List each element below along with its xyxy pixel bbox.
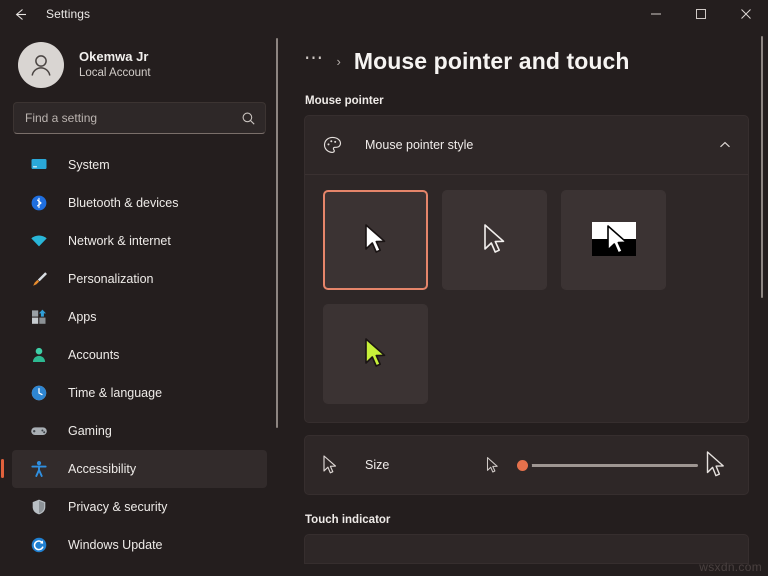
pointer-size-slider[interactable] (513, 455, 698, 475)
mouse-pointer-style-header[interactable]: Mouse pointer style (305, 116, 748, 174)
sidebar-item-system[interactable]: System (12, 146, 267, 184)
content-area: ⋯ › Mouse pointer and touch Mouse pointe… (280, 28, 768, 576)
close-button[interactable] (723, 0, 768, 28)
pointer-style-option-black[interactable] (442, 190, 547, 290)
window-title: Settings (46, 7, 91, 21)
minimize-button[interactable] (633, 0, 678, 28)
account-subtitle: Local Account (79, 67, 151, 80)
accessibility-icon (29, 459, 49, 479)
sidebar-item-label: Personalization (68, 272, 154, 286)
sidebar-item-label: Bluetooth & devices (68, 196, 179, 210)
title-bar: Settings (0, 0, 768, 28)
pointer-style-option-inverted[interactable] (561, 190, 666, 290)
close-icon (740, 9, 751, 19)
pointer-style-option-white[interactable] (323, 190, 428, 290)
sidebar-item-label: Privacy & security (68, 500, 168, 514)
minimize-icon (650, 13, 661, 15)
pointer-size-row: Size (305, 436, 748, 494)
wifi-icon (29, 231, 49, 251)
pointer-style-options (305, 175, 748, 422)
account-person-icon (29, 345, 49, 365)
pointer-size-card: Size (304, 435, 749, 495)
cursor-custom-color-icon (364, 338, 385, 367)
paintbrush-icon (29, 269, 49, 289)
sidebar-item-time-language[interactable]: Time & language (12, 374, 267, 412)
sidebar-item-windows-update[interactable]: Windows Update (12, 526, 267, 564)
mouse-pointer-style-title: Mouse pointer style (365, 138, 474, 152)
sidebar-scrollbar[interactable] (276, 38, 278, 428)
sidebar-item-label: Accessibility (68, 462, 137, 476)
bluetooth-icon (29, 193, 49, 213)
cursor-inverted-icon (591, 222, 636, 256)
clock-icon (29, 383, 49, 403)
touch-indicator-card (304, 534, 749, 564)
content-scrollbar[interactable] (761, 36, 763, 298)
mouse-pointer-style-card: Mouse pointer style (304, 115, 749, 423)
avatar (18, 42, 64, 88)
shield-icon (29, 497, 49, 517)
window-body: Okemwa Jr Local Account Find a setting S… (0, 28, 768, 576)
account-name: Okemwa Jr (79, 49, 149, 65)
sidebar-item-label: Gaming (68, 424, 112, 438)
account-header[interactable]: Okemwa Jr Local Account (0, 34, 280, 96)
sidebar-item-label: Network & internet (68, 234, 171, 248)
breadcrumb-overflow-button[interactable]: ⋯ (304, 49, 325, 74)
cursor-tiny-icon (485, 456, 505, 475)
cursor-black-icon (483, 224, 504, 253)
cursor-white-icon (364, 224, 385, 253)
breadcrumb-separator: › (336, 53, 341, 69)
sidebar-nav: System Bluetooth & devices Network & int… (0, 144, 280, 564)
apps-grid-icon (29, 307, 49, 327)
sidebar-item-privacy-security[interactable]: Privacy & security (12, 488, 267, 526)
account-text: Okemwa Jr Local Account (79, 49, 151, 81)
sidebar-item-bluetooth-devices[interactable]: Bluetooth & devices (12, 184, 267, 222)
sidebar-item-accessibility[interactable]: Accessibility (1, 450, 267, 488)
section-label-touch-indicator: Touch indicator (305, 514, 391, 526)
breadcrumb: ⋯ › Mouse pointer and touch (304, 28, 768, 82)
sidebar-item-label: Windows Update (68, 538, 163, 552)
cursor-large-icon (704, 450, 730, 480)
pointer-size-slider-area (485, 450, 730, 480)
update-refresh-icon (29, 535, 49, 555)
sidebar: Okemwa Jr Local Account Find a setting S… (0, 28, 280, 576)
maximize-icon (695, 9, 706, 19)
settings-window: Settings Okemwa Jr Local Account Find a … (0, 0, 768, 576)
slider-thumb[interactable] (513, 455, 532, 475)
slider-track (523, 463, 698, 467)
sidebar-item-network-internet[interactable]: Network & internet (12, 222, 267, 260)
search-icon (241, 111, 256, 126)
chevron-up-icon[interactable] (718, 138, 732, 152)
sidebar-item-personalization[interactable]: Personalization (12, 260, 267, 298)
search-placeholder: Find a setting (25, 111, 98, 125)
sidebar-item-label: Time & language (68, 386, 163, 400)
watermark: wsxdn.com (699, 560, 762, 574)
sidebar-item-label: System (68, 158, 110, 172)
sidebar-item-gaming[interactable]: Gaming (12, 412, 267, 450)
page-title: Mouse pointer and touch (353, 47, 630, 74)
section-label-mouse-pointer: Mouse pointer (305, 95, 384, 107)
maximize-button[interactable] (678, 0, 723, 28)
sidebar-item-accounts[interactable]: Accounts (12, 336, 267, 374)
pointer-style-option-custom[interactable] (323, 304, 428, 404)
back-button[interactable] (0, 0, 40, 28)
pointer-size-label: Size (365, 458, 390, 472)
sidebar-item-label: Accounts (68, 348, 120, 362)
cursor-small-icon (321, 454, 343, 476)
search-wrap: Find a setting (0, 96, 280, 144)
person-avatar-icon (31, 55, 51, 76)
gamepad-icon (29, 421, 49, 441)
sidebar-item-apps[interactable]: Apps (12, 298, 267, 336)
arrow-left-icon (15, 8, 26, 20)
search-input[interactable]: Find a setting (13, 102, 266, 134)
palette-icon (321, 134, 343, 156)
sidebar-item-label: Apps (68, 310, 97, 324)
monitor-icon (29, 155, 49, 175)
